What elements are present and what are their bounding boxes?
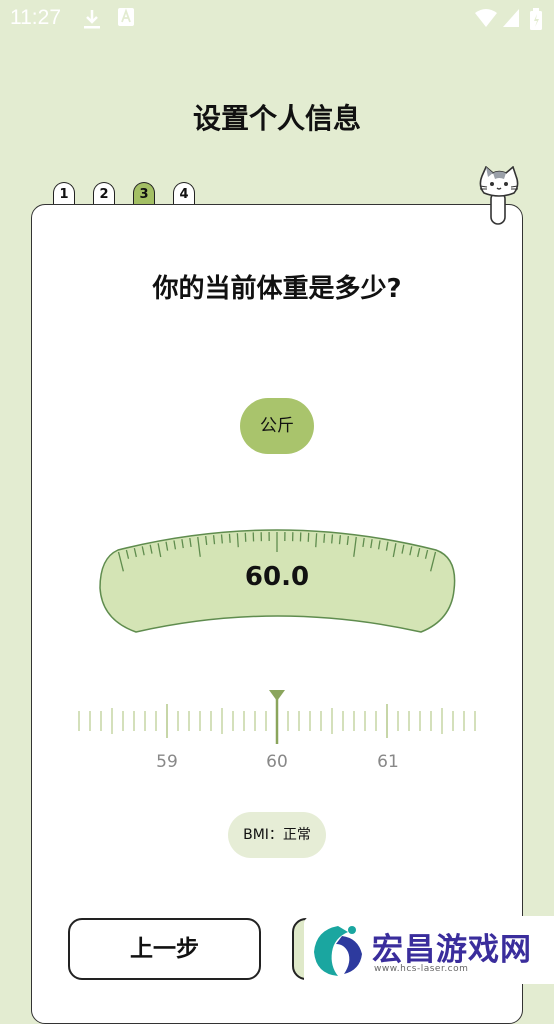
gauge-tick — [339, 535, 340, 544]
download-icon — [82, 8, 102, 34]
weight-ruler-slider[interactable] — [0, 688, 554, 752]
gauge-tick — [332, 534, 333, 543]
cat-icon — [478, 166, 522, 232]
signal-icon — [502, 8, 520, 32]
gauge-tick — [316, 533, 317, 547]
ruler-label-59: 59 — [147, 752, 187, 772]
weight-value: 60.0 — [0, 562, 554, 592]
unit-toggle-button[interactable]: 公斤 — [240, 398, 314, 454]
page-title: 设置个人信息 — [0, 97, 554, 137]
wifi-icon — [474, 8, 498, 32]
watermark-logo: 宏昌游戏网 www.hcs-laser.com — [304, 916, 554, 984]
gauge-tick — [324, 534, 325, 543]
font-a-icon — [118, 8, 134, 30]
status-time: 11:27 — [10, 6, 61, 30]
bmi-status-badge: BMI：正常 — [228, 812, 326, 858]
ruler-label-60: 60 — [257, 752, 297, 772]
status-bar: 11:27 — [0, 0, 554, 36]
previous-step-button[interactable]: 上一步 — [68, 918, 261, 980]
watermark-url: www.hcs-laser.com — [374, 964, 468, 974]
watermark-title: 宏昌游戏网 — [372, 924, 532, 969]
gauge-tick — [222, 534, 223, 543]
gauge-tick — [214, 535, 215, 544]
battery-icon — [530, 8, 542, 34]
gauge-tick — [229, 534, 230, 543]
question-text: 你的当前体重是多少? — [0, 268, 554, 305]
ruler-label-61: 61 — [368, 752, 408, 772]
gauge-tick — [237, 533, 238, 547]
